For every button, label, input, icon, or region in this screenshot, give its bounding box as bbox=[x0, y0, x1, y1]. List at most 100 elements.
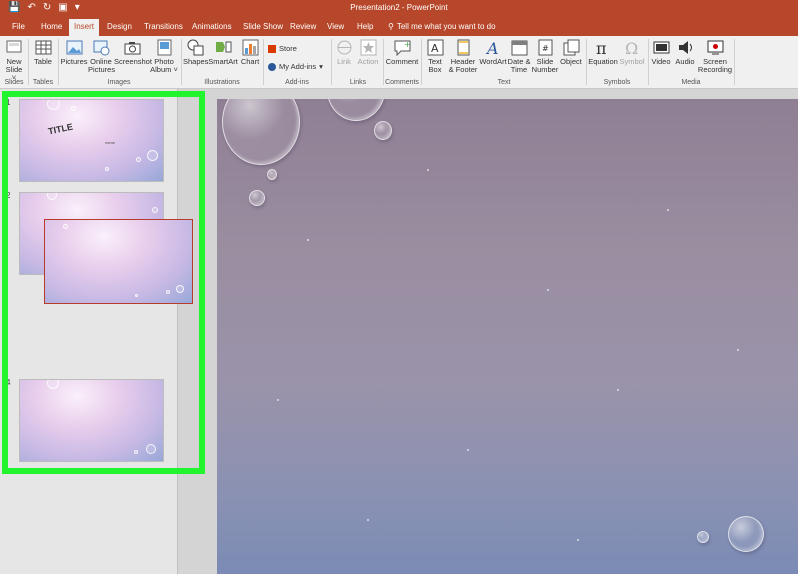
group-media: Media bbox=[681, 79, 701, 86]
screen-recording-label-2: Recording bbox=[697, 65, 733, 74]
shapes-icon bbox=[187, 39, 203, 56]
tab-design[interactable]: Design bbox=[102, 20, 137, 36]
tab-help[interactable]: Help bbox=[352, 20, 378, 36]
shapes-button[interactable]: Shapes bbox=[183, 39, 209, 66]
smartart-label: SmartArt bbox=[208, 57, 238, 66]
table-icon bbox=[35, 40, 51, 55]
action-button[interactable]: Action bbox=[355, 39, 381, 66]
link-button[interactable]: Link bbox=[334, 39, 354, 66]
pictures-button[interactable]: Pictures bbox=[60, 39, 88, 66]
new-slide-button[interactable]: New Slide ˅ bbox=[3, 39, 25, 82]
photo-album-icon bbox=[157, 39, 171, 56]
group-symbols: Symbols bbox=[603, 79, 631, 86]
tab-review[interactable]: Review bbox=[285, 20, 321, 36]
wordart-button[interactable]: A WordArt bbox=[479, 39, 507, 66]
video-icon bbox=[653, 41, 669, 54]
group-tables: Tables bbox=[32, 79, 54, 86]
smartart-icon bbox=[215, 41, 231, 53]
object-button[interactable]: Object bbox=[559, 39, 583, 66]
tell-me-box[interactable]: ⚲ Tell me what you want to do bbox=[388, 22, 496, 31]
comment-icon: + bbox=[394, 40, 411, 56]
equation-button[interactable]: π Equation bbox=[588, 39, 618, 66]
object-icon bbox=[563, 39, 579, 56]
group-images: Images bbox=[107, 79, 131, 86]
ribbon-tabs: File Home Insert Design Transitions Anim… bbox=[0, 17, 798, 36]
title-bar: 💾 ↶ ↻ ▣ ▾ Presentation2 - PowerPoint bbox=[0, 0, 798, 17]
video-button[interactable]: Video bbox=[650, 39, 672, 66]
tab-insert[interactable]: Insert bbox=[69, 19, 100, 36]
text-box-button[interactable]: A Text Box bbox=[424, 39, 446, 74]
symbol-label: Symbol bbox=[619, 57, 645, 66]
tab-view[interactable]: View bbox=[322, 20, 349, 36]
table-button[interactable]: Table bbox=[31, 39, 55, 66]
action-star-icon bbox=[360, 39, 376, 56]
store-label: Store bbox=[279, 44, 297, 53]
pictures-icon bbox=[66, 40, 82, 55]
photo-album-button[interactable]: Photo Album ˅ bbox=[150, 39, 178, 74]
audio-label: Audio bbox=[675, 57, 695, 66]
tab-transitions[interactable]: Transitions bbox=[139, 20, 188, 36]
chart-button[interactable]: Chart bbox=[239, 39, 261, 66]
addins-icon bbox=[268, 62, 276, 71]
comment-label: Comment bbox=[385, 57, 419, 66]
comment-button[interactable]: + Comment bbox=[385, 39, 419, 66]
slide-number-icon: # bbox=[538, 39, 552, 56]
photo-album-label-2: Album ˅ bbox=[150, 65, 178, 74]
text-box-icon: A bbox=[427, 39, 443, 56]
tab-animations[interactable]: Animations bbox=[187, 20, 237, 36]
svg-text:A: A bbox=[485, 39, 499, 56]
group-slides: Slides bbox=[4, 79, 24, 86]
smartart-button[interactable]: SmartArt bbox=[207, 39, 239, 66]
audio-button[interactable]: Audio bbox=[674, 39, 696, 66]
my-addins-button[interactable]: My Add-ins ▾ bbox=[268, 62, 323, 71]
text-box-label-2: Box bbox=[428, 65, 442, 74]
date-time-button[interactable]: Date & Time bbox=[507, 39, 531, 74]
link-label: Link bbox=[337, 57, 351, 66]
thumbnail-panel-highlight bbox=[2, 91, 205, 474]
table-label: Table bbox=[34, 57, 52, 66]
speaker-icon bbox=[678, 41, 692, 54]
tab-file[interactable]: File bbox=[7, 20, 30, 36]
online-pictures-label-2: Pictures bbox=[88, 65, 116, 74]
store-icon bbox=[268, 44, 276, 53]
slide-number-label-2: Number bbox=[531, 65, 559, 74]
online-pictures-icon bbox=[93, 40, 109, 56]
date-time-label-2: Time bbox=[510, 65, 528, 74]
slide-number-button[interactable]: # Slide Number bbox=[531, 39, 559, 74]
store-button[interactable]: Store bbox=[268, 44, 297, 53]
slide-canvas[interactable] bbox=[217, 99, 798, 574]
chart-icon bbox=[242, 39, 258, 56]
tab-home[interactable]: Home bbox=[36, 20, 67, 36]
svg-text:#: # bbox=[542, 44, 549, 53]
svg-text:A: A bbox=[431, 42, 439, 55]
group-comments: Comments bbox=[385, 79, 419, 86]
my-addins-label: My Add-ins bbox=[279, 62, 317, 71]
wordart-label: WordArt bbox=[479, 57, 507, 66]
chart-label: Chart bbox=[240, 57, 260, 66]
screen-recording-icon bbox=[707, 40, 723, 55]
pictures-label: Pictures bbox=[60, 57, 88, 66]
online-pictures-button[interactable]: Online Pictures bbox=[88, 39, 116, 74]
svg-text:+: + bbox=[404, 40, 411, 49]
header-footer-button[interactable]: Header & Footer bbox=[447, 39, 479, 74]
screenshot-label: Screenshot bbox=[114, 57, 152, 66]
header-footer-label-2: & Footer bbox=[448, 65, 478, 74]
group-illustrations: Illustrations bbox=[204, 79, 240, 86]
tab-slide-show[interactable]: Slide Show bbox=[238, 20, 288, 36]
svg-text:Ω: Ω bbox=[625, 39, 638, 56]
shapes-label: Shapes bbox=[183, 57, 209, 66]
bubble-large bbox=[222, 99, 300, 165]
screen-recording-button[interactable]: Screen Recording bbox=[697, 39, 733, 74]
group-text: Text bbox=[497, 79, 511, 86]
action-label: Action bbox=[357, 57, 379, 66]
ribbon-insert: New Slide ˅ Slides Table Tables Pictures… bbox=[0, 36, 798, 89]
lightbulb-icon: ⚲ bbox=[388, 22, 394, 31]
camera-icon bbox=[124, 42, 140, 55]
screenshot-button[interactable]: Screenshot bbox=[114, 39, 152, 66]
pi-icon: π bbox=[596, 39, 607, 56]
header-footer-icon bbox=[457, 39, 469, 56]
equation-label: Equation bbox=[588, 57, 618, 66]
svg-text:π: π bbox=[596, 39, 607, 56]
video-label: Video bbox=[651, 57, 671, 66]
symbol-button[interactable]: Ω Symbol bbox=[618, 39, 646, 66]
